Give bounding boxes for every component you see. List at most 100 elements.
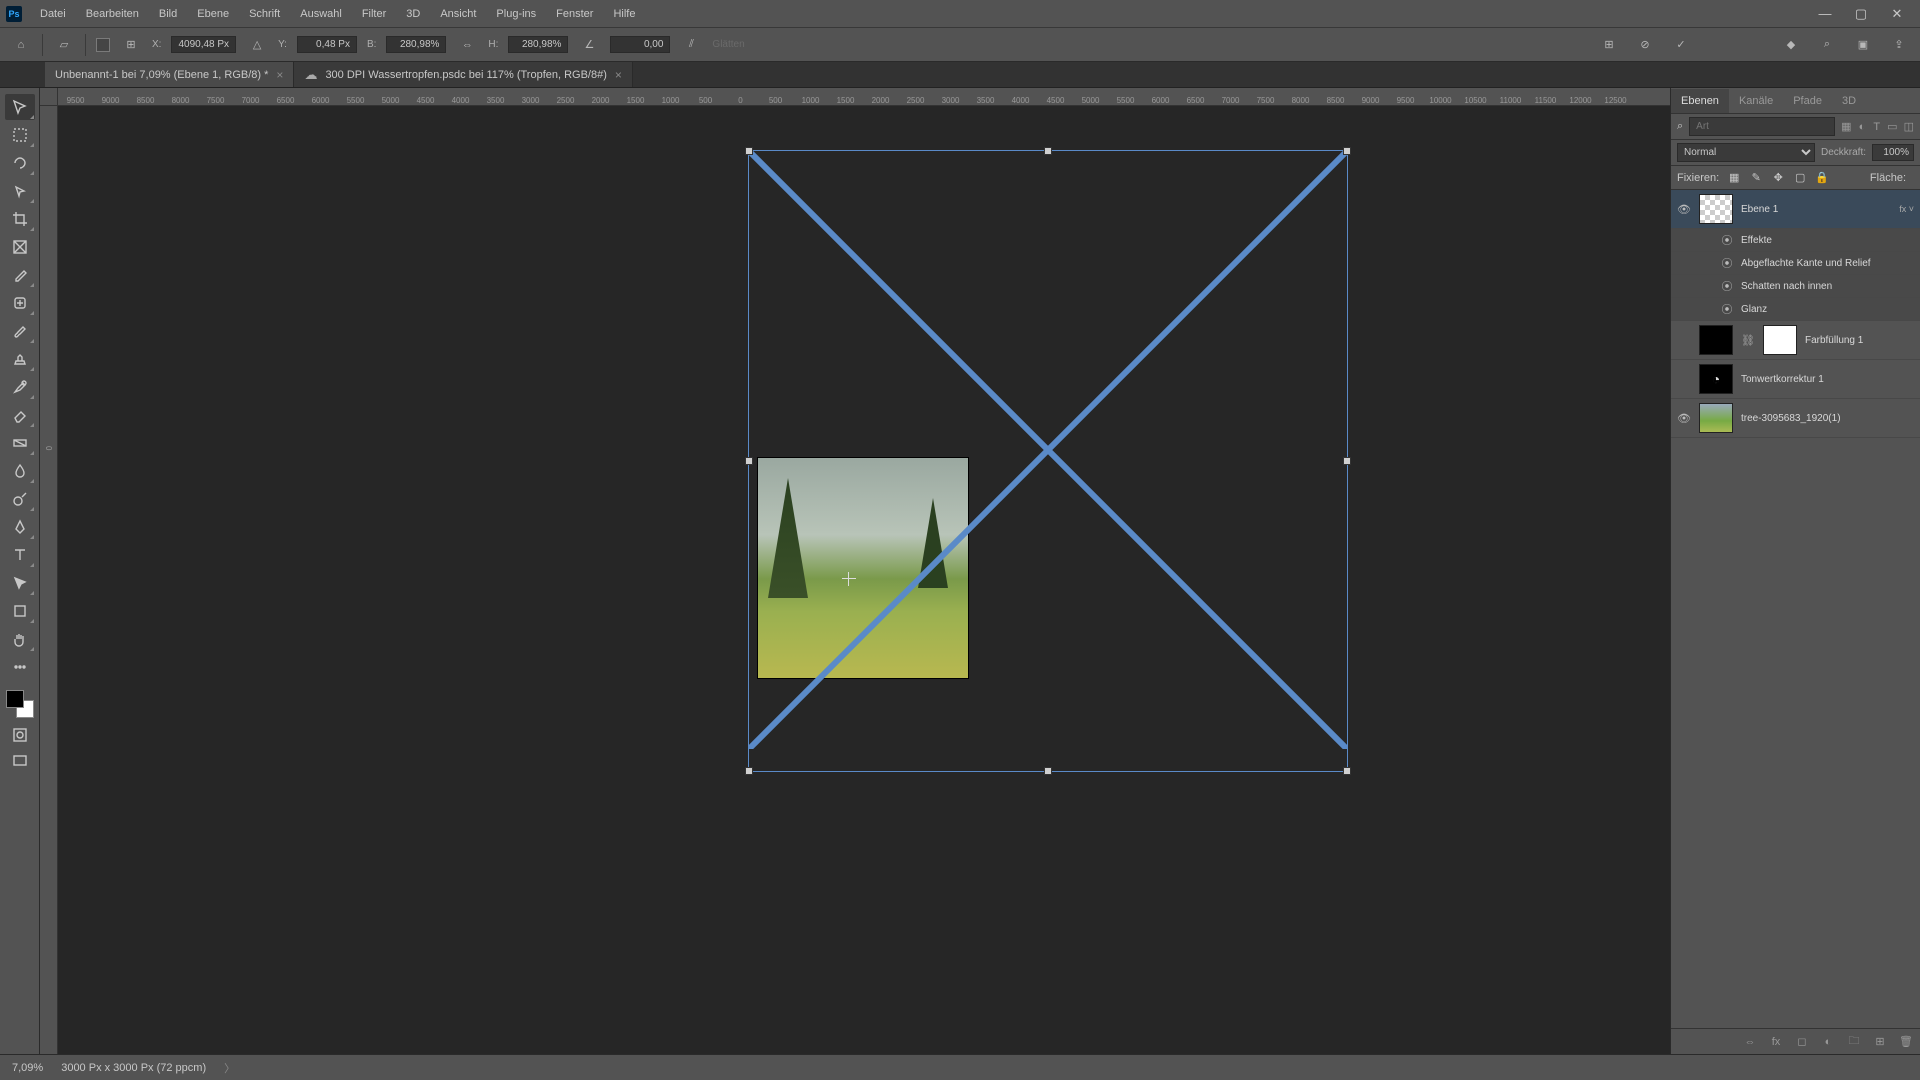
menu-bild[interactable]: Bild [151, 4, 185, 24]
document-info[interactable]: 3000 Px x 3000 Px (72 ppcm) [61, 1062, 206, 1074]
layer-visibility-icon[interactable]: 👁 [1677, 372, 1691, 386]
filter-smart-icon[interactable]: ◫ [1904, 119, 1914, 135]
layer-filter-input[interactable] [1689, 117, 1835, 136]
color-swatches[interactable] [6, 690, 34, 718]
layer-style-icon[interactable]: fx [1768, 1034, 1784, 1050]
effect-visibility-icon[interactable]: ⦿ [1721, 233, 1733, 247]
effect-visibility-icon[interactable]: ⦿ [1721, 256, 1733, 270]
mask-link-icon[interactable]: ⛓ [1741, 334, 1755, 347]
zoom-level[interactable]: 7,09% [12, 1062, 43, 1074]
menu-ansicht[interactable]: Ansicht [432, 4, 484, 24]
ruler-horizontal[interactable]: 9500900085008000750070006500600055005000… [58, 88, 1670, 106]
frame-tool[interactable] [5, 234, 35, 260]
clone-stamp-tool[interactable] [5, 346, 35, 372]
adjustment-layer-icon[interactable]: ◐ [1820, 1034, 1836, 1050]
transform-handle-tm[interactable] [1044, 147, 1052, 155]
h-value[interactable]: 280,98% [508, 36, 568, 53]
cloud-docs-icon[interactable]: ◆ [1780, 34, 1802, 56]
healing-brush-tool[interactable] [5, 290, 35, 316]
layer-name[interactable]: Farbfüllung 1 [1805, 335, 1863, 346]
lock-position-icon[interactable]: ✥ [1771, 171, 1785, 185]
layer-effect-item[interactable]: ⦿ Abgeflachte Kante und Relief [1671, 252, 1920, 275]
cancel-transform-icon[interactable]: ⊘ [1634, 34, 1656, 56]
effect-visibility-icon[interactable]: ⦿ [1721, 279, 1733, 293]
layer-thumbnail[interactable] [1699, 325, 1733, 355]
filter-adjust-icon[interactable]: ◐ [1858, 119, 1867, 135]
layer-name[interactable]: Ebene 1 [1741, 204, 1778, 215]
opacity-value[interactable]: 100% [1872, 144, 1914, 161]
canvas[interactable] [58, 106, 1670, 1054]
w-value[interactable]: 280,98% [386, 36, 446, 53]
menu-auswahl[interactable]: Auswahl [292, 4, 350, 24]
menu-filter[interactable]: Filter [354, 4, 394, 24]
y-value[interactable]: 0,48 Px [297, 36, 357, 53]
transform-tool-icon[interactable]: ▱ [53, 34, 75, 56]
skew-h-icon[interactable]: ⫽ [680, 34, 702, 56]
link-layers-icon[interactable]: ⇔ [1742, 1034, 1758, 1050]
tab-close-icon[interactable]: × [615, 68, 622, 82]
menu-3d[interactable]: 3D [398, 4, 428, 24]
panel-tab-ebenen[interactable]: Ebenen [1671, 89, 1729, 113]
effect-visibility-icon[interactable]: ⦿ [1721, 302, 1733, 316]
transform-handle-tl[interactable] [745, 147, 753, 155]
menu-bearbeiten[interactable]: Bearbeiten [78, 4, 147, 24]
layer-mask-thumbnail[interactable] [1763, 325, 1797, 355]
layer-fx-badge[interactable]: fx ˅ [1899, 204, 1914, 214]
blur-tool[interactable] [5, 458, 35, 484]
screen-mode-icon[interactable] [11, 752, 29, 770]
transform-handle-mr[interactable] [1343, 457, 1351, 465]
document-tab-2[interactable]: ☁ 300 DPI Wassertropfen.psdc bei 117% (T… [294, 62, 632, 87]
transform-handle-br[interactable] [1343, 767, 1351, 775]
aspect-lock-icon[interactable]: ⇔ [456, 34, 478, 56]
menu-fenster[interactable]: Fenster [548, 4, 601, 24]
transform-handle-ml[interactable] [745, 457, 753, 465]
menu-plugins[interactable]: Plug-ins [488, 4, 544, 24]
layer-thumbnail[interactable] [1699, 403, 1733, 433]
rotation-value[interactable]: 0,00 [610, 36, 670, 53]
panel-tab-kanaele[interactable]: Kanäle [1729, 89, 1783, 113]
layer-row[interactable]: 👁 ◔ Tonwertkorrektur 1 [1671, 360, 1920, 399]
brush-tool[interactable] [5, 318, 35, 344]
layer-row[interactable]: 👁 tree-3095683_1920(1) [1671, 399, 1920, 438]
transform-handle-bm[interactable] [1044, 767, 1052, 775]
more-tools[interactable] [5, 654, 35, 680]
eraser-tool[interactable] [5, 402, 35, 428]
transform-handle-bl[interactable] [745, 767, 753, 775]
crop-tool[interactable] [5, 206, 35, 232]
gradient-tool[interactable] [5, 430, 35, 456]
home-icon[interactable]: ⌂ [10, 34, 32, 56]
ruler-origin[interactable] [40, 88, 58, 106]
filter-pixel-icon[interactable]: ▦ [1841, 119, 1851, 135]
status-popup-icon[interactable]: 〉 [224, 1060, 235, 1076]
lasso-tool[interactable] [5, 150, 35, 176]
layer-group-icon[interactable]: 🗀 [1846, 1034, 1862, 1050]
share-icon[interactable]: ⇪ [1888, 34, 1910, 56]
transform-handle-tr[interactable] [1343, 147, 1351, 155]
layer-thumbnail[interactable]: ◔ [1699, 364, 1733, 394]
quick-select-tool[interactable] [5, 178, 35, 204]
lock-transparency-icon[interactable]: ▦ [1727, 171, 1741, 185]
ruler-vertical[interactable]: 0 [40, 106, 58, 1054]
layer-effects-header[interactable]: ⦿ Effekte [1671, 229, 1920, 252]
move-tool[interactable] [5, 94, 35, 120]
layer-name[interactable]: Tonwertkorrektur 1 [1741, 374, 1824, 385]
hand-tool[interactable] [5, 626, 35, 652]
layer-visibility-icon[interactable]: 👁 [1677, 411, 1691, 425]
layer-visibility-icon[interactable]: 👁 [1677, 202, 1691, 216]
reference-point-toggle[interactable] [96, 38, 110, 52]
filter-shape-icon[interactable]: ▭ [1887, 119, 1897, 135]
new-layer-icon[interactable]: ⊞ [1872, 1034, 1888, 1050]
type-tool[interactable] [5, 542, 35, 568]
menu-datei[interactable]: Datei [32, 4, 74, 24]
layer-name[interactable]: tree-3095683_1920(1) [1741, 413, 1841, 424]
canvas-area[interactable]: 9500900085008000750070006500600055005000… [40, 88, 1670, 1054]
menu-ebene[interactable]: Ebene [189, 4, 237, 24]
path-select-tool[interactable] [5, 570, 35, 596]
commit-transform-icon[interactable]: ✓ [1670, 34, 1692, 56]
transform-bounding-box[interactable] [748, 150, 1348, 772]
dodge-tool[interactable] [5, 486, 35, 512]
pen-tool[interactable] [5, 514, 35, 540]
filter-type-icon[interactable]: T [1872, 119, 1881, 135]
layer-mask-icon[interactable]: ◻ [1794, 1034, 1810, 1050]
foreground-color[interactable] [6, 690, 24, 708]
